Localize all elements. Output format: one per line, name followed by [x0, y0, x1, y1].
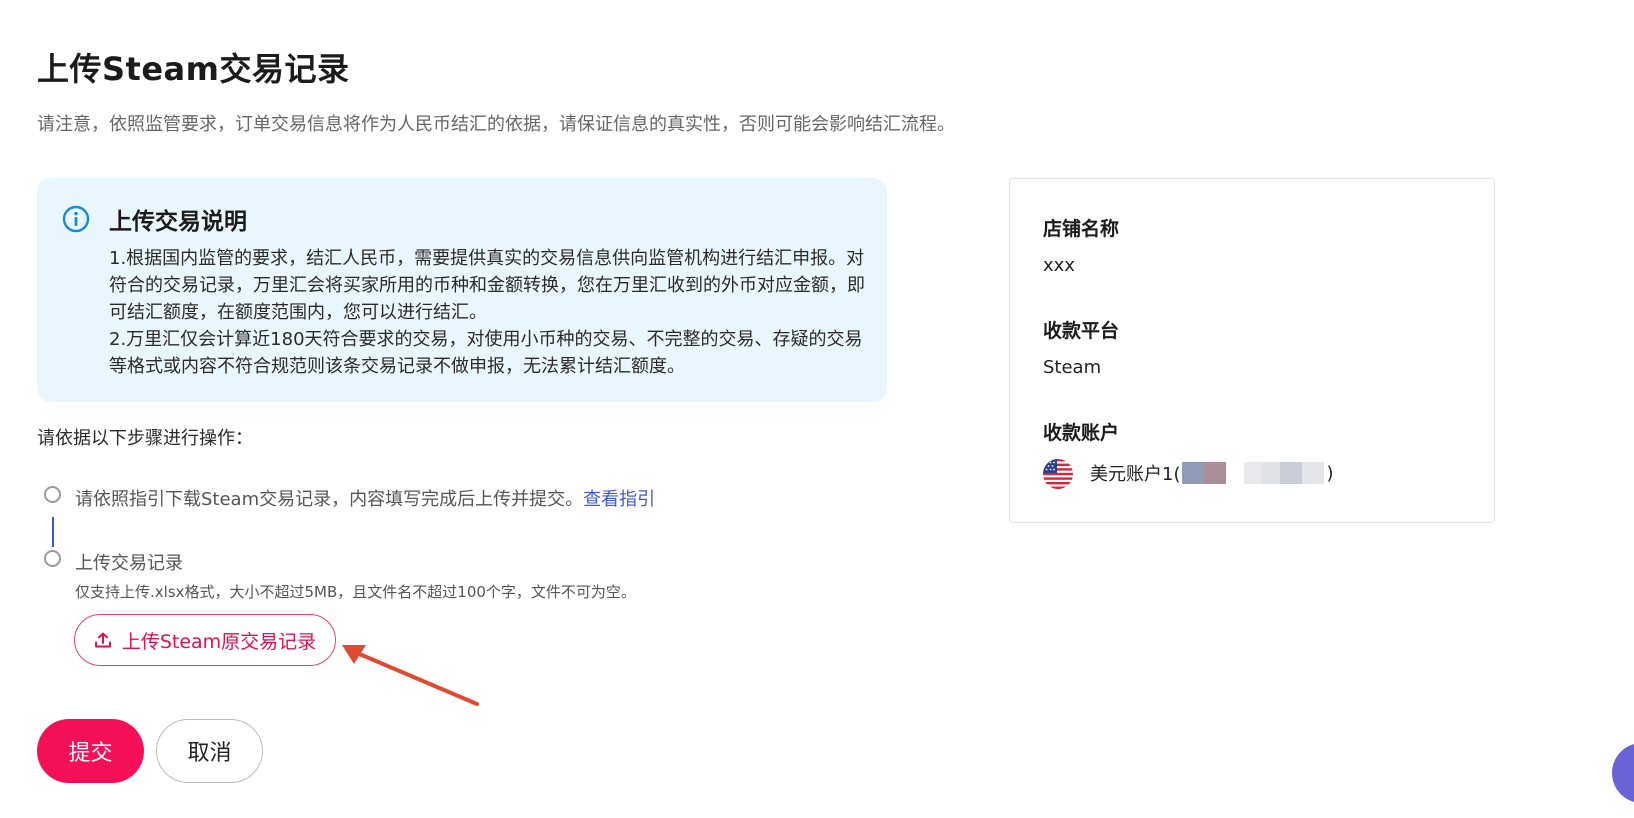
us-flag-icon — [1043, 459, 1073, 489]
upload-instructions-box: 上传交易说明 1.根据国内监管的要求，结汇人民币，需要提供真实的交易信息供向监管… — [37, 178, 887, 402]
account-info-card: 店铺名称 xxx 收款平台 Steam 收款账户 美元账户1() — [1009, 178, 1495, 523]
instructions-body: 1.根据国内监管的要求，结汇人民币，需要提供真实的交易信息供向监管机构进行结汇申… — [109, 245, 869, 380]
step-2-title: 上传交易记录 — [75, 553, 183, 574]
platform-label: 收款平台 — [1043, 320, 1120, 342]
store-name-value: xxx — [1043, 255, 1075, 276]
page-title: 上传Steam交易记录 — [37, 50, 350, 88]
page-subtitle: 请注意，依照监管要求，订单交易信息将作为人民币结汇的依据，请保证信息的真实性，否… — [37, 114, 955, 135]
steps-heading: 请依据以下步骤进行操作： — [37, 428, 253, 449]
step-2-indicator — [44, 550, 61, 567]
receiving-account-row: 美元账户1( ) — [1090, 460, 1334, 486]
account-suffix: ) — [1326, 462, 1334, 484]
store-name-label: 店铺名称 — [1043, 218, 1120, 240]
redacted-account-number — [1182, 462, 1325, 484]
cancel-button[interactable]: 取消 — [156, 719, 263, 783]
step-connector-line — [52, 517, 54, 547]
upload-button-label: 上传Steam原交易记录 — [121, 630, 317, 653]
step-1-description: 请依照指引下载Steam交易记录，内容填写完成后上传并提交。 — [75, 489, 584, 510]
instruction-paragraph-2: 2.万里汇仅会计算近180天符合要求的交易，对使用小币种的交易、不完整的交易、存… — [109, 329, 863, 377]
step-1-text: 请依照指引下载Steam交易记录，内容填写完成后上传并提交。查看指引 — [75, 485, 655, 511]
annotation-arrow-icon — [342, 645, 479, 706]
instructions-title: 上传交易说明 — [109, 209, 247, 235]
upload-format-hint: 仅支持上传.xlsx格式，大小不超过5MB，且文件名不超过100个字，文件不可为… — [75, 583, 636, 601]
platform-value: Steam — [1043, 357, 1102, 378]
view-guide-link[interactable]: 查看指引 — [583, 489, 655, 510]
account-label: 收款账户 — [1043, 422, 1120, 444]
info-icon — [62, 205, 90, 233]
submit-button[interactable]: 提交 — [37, 719, 144, 783]
upload-icon — [94, 632, 111, 648]
upload-steam-record-button[interactable]: 上传Steam原交易记录 — [74, 614, 336, 666]
step-1-indicator — [44, 486, 61, 503]
floating-help-button[interactable] — [1612, 743, 1634, 803]
account-prefix: 美元账户1( — [1090, 464, 1181, 485]
instruction-paragraph-1: 1.根据国内监管的要求，结汇人民币，需要提供真实的交易信息供向监管机构进行结汇申… — [109, 248, 865, 323]
